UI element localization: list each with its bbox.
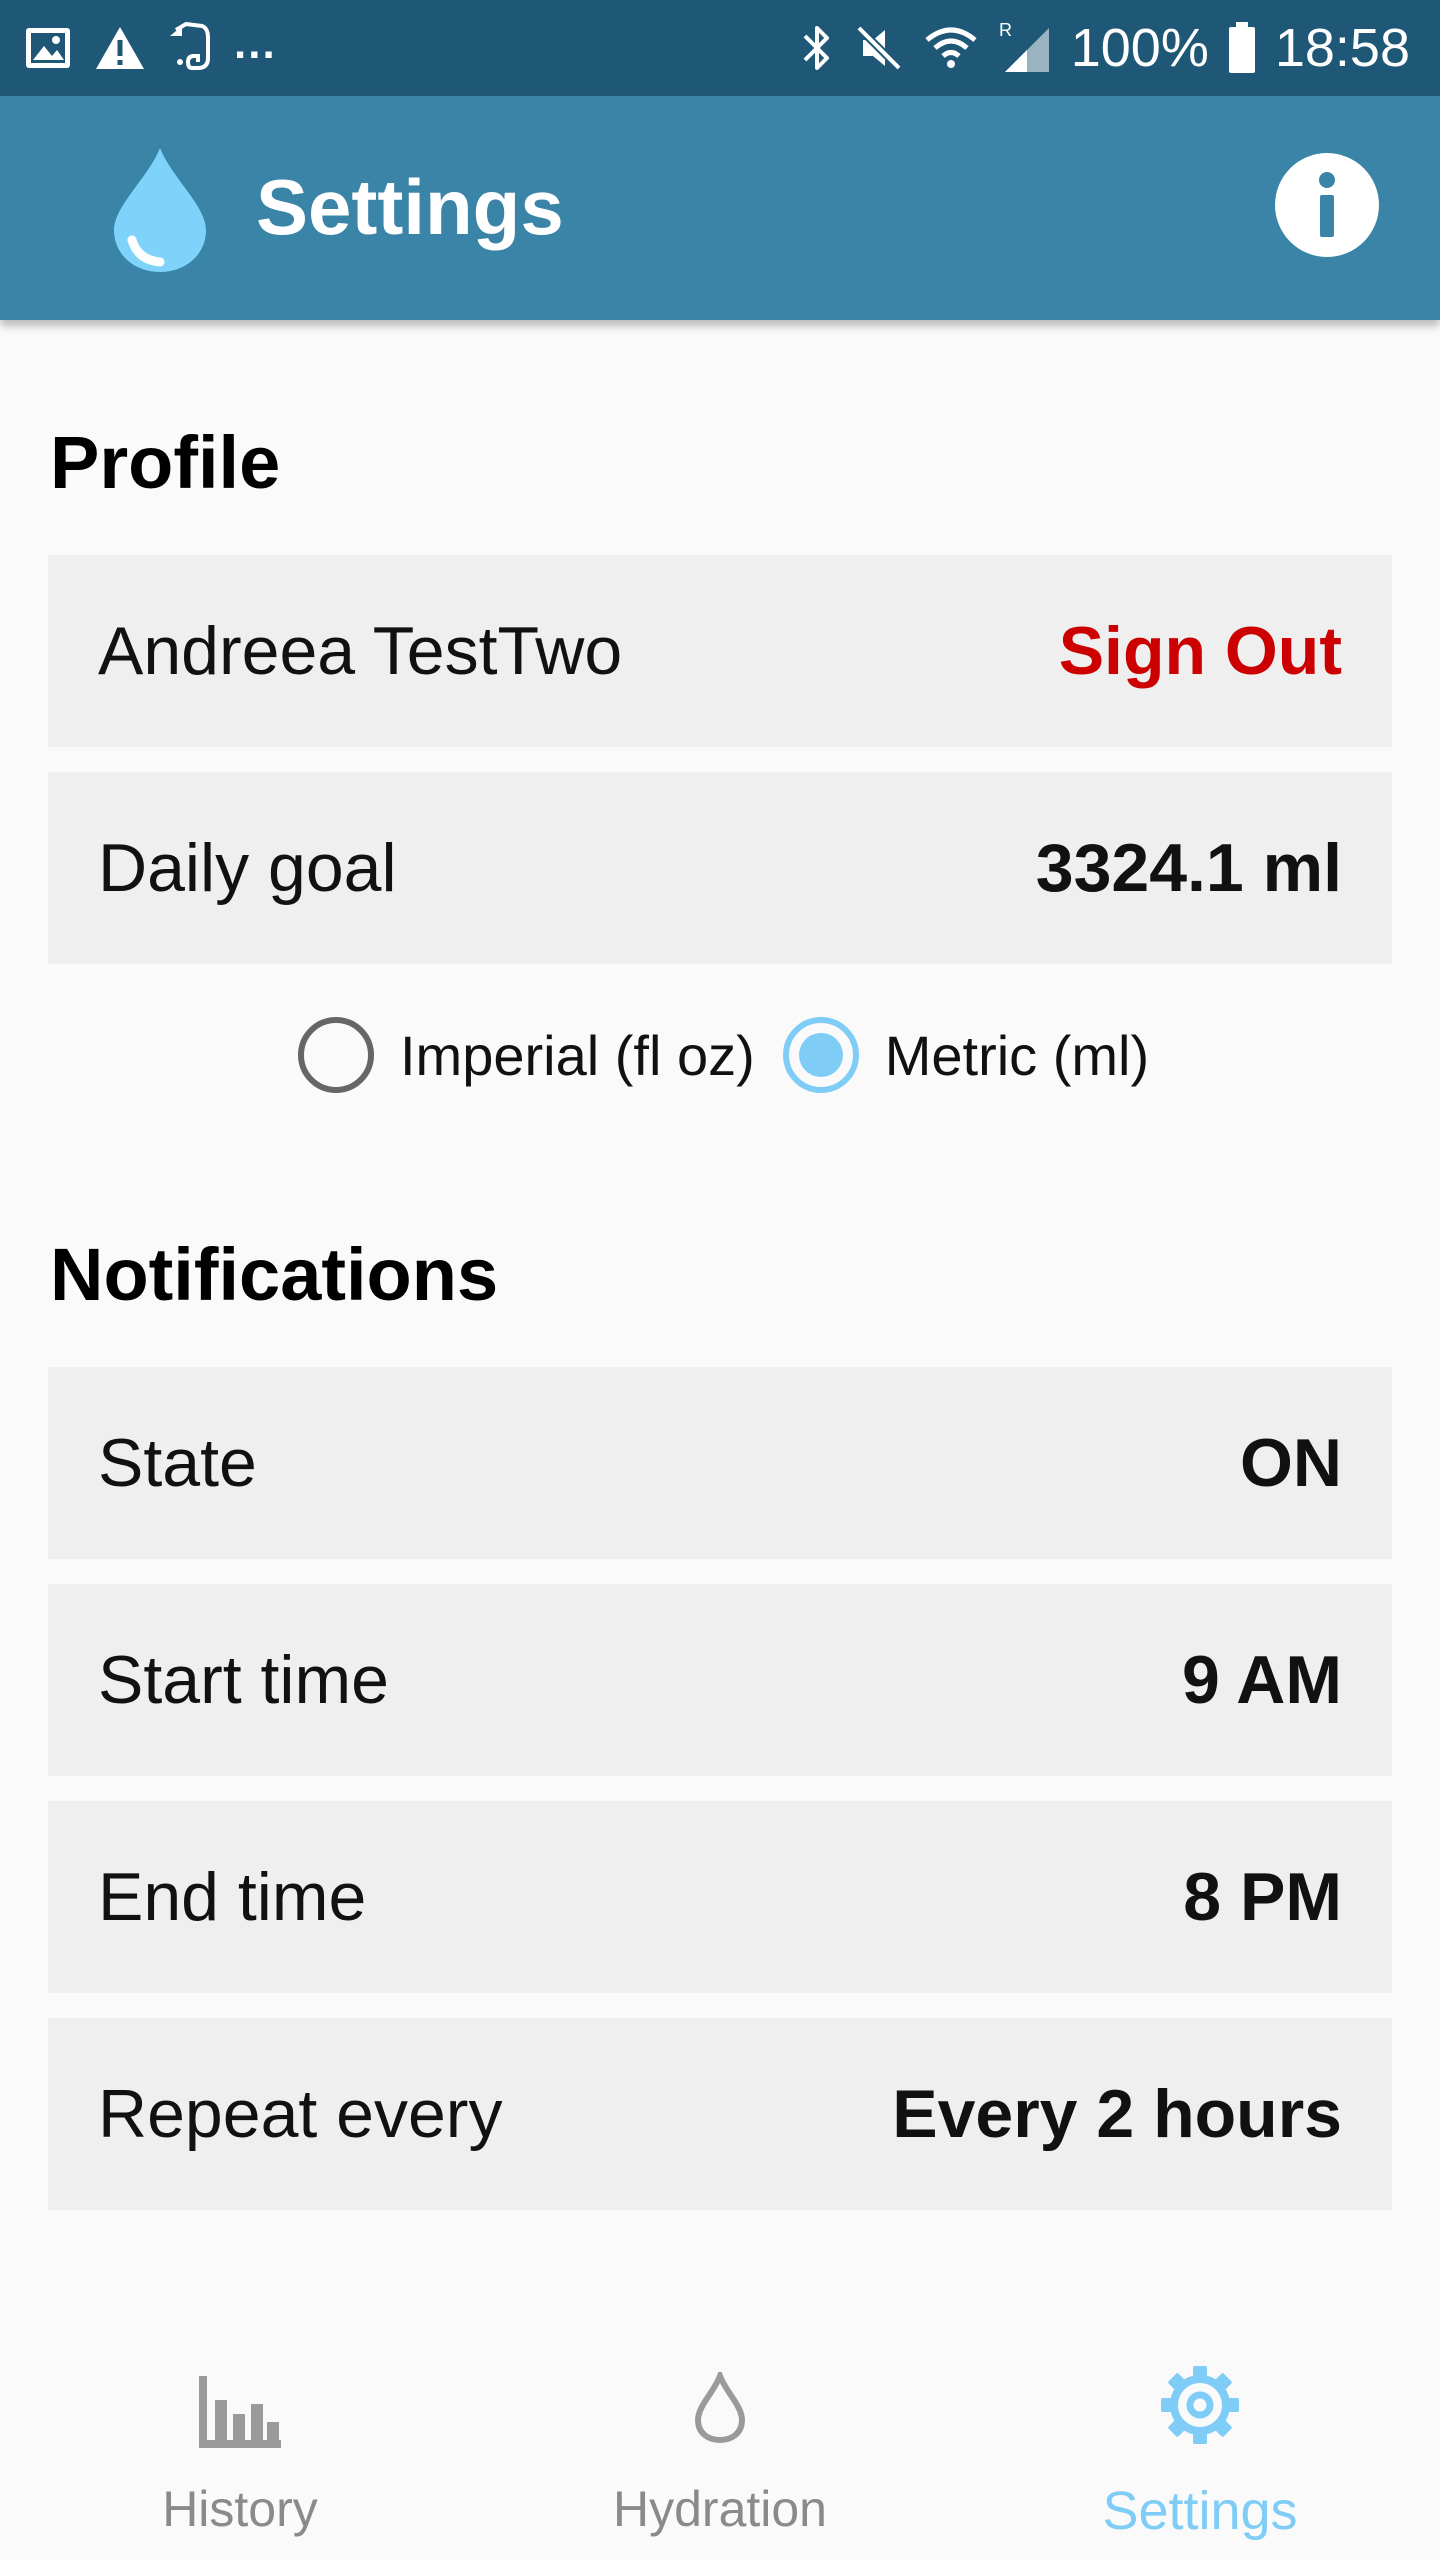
end-time-row[interactable]: End time 8 PM — [48, 1801, 1392, 1993]
water-drop-icon — [114, 148, 206, 272]
status-bar-right: R 100% 18:58 — [799, 16, 1410, 80]
water-drop-outline-icon — [694, 2372, 746, 2444]
start-time-value: 9 AM — [1182, 1642, 1342, 1718]
app-bar: Settings — [0, 96, 1440, 320]
state-label: State — [98, 1425, 257, 1501]
repeat-every-label: Repeat every — [98, 2076, 503, 2152]
notification-state-row[interactable]: State ON — [48, 1367, 1392, 1559]
repeat-every-value: Every 2 hours — [892, 2076, 1342, 2152]
roaming-indicator: R — [999, 20, 1012, 40]
repeat-every-row[interactable]: Repeat every Every 2 hours — [48, 2018, 1392, 2210]
profile-user-row: Andreea TestTwo Sign Out — [48, 555, 1392, 747]
status-bar-left: ... — [24, 18, 277, 78]
status-more-indicator: ... — [234, 19, 277, 68]
sign-out-button[interactable]: Sign Out — [1059, 555, 1342, 747]
bluetooth-icon — [803, 26, 829, 70]
nav-history-label: History — [162, 2481, 318, 2537]
info-icon[interactable] — [1274, 152, 1380, 258]
nav-history[interactable]: History — [0, 2330, 480, 2560]
battery-percent: 100% — [1070, 18, 1209, 78]
imperial-label: Imperial (fl oz) — [400, 1023, 755, 1087]
gallery-icon — [26, 28, 70, 68]
nav-settings-label: Settings — [1102, 2481, 1298, 2541]
mute-icon — [855, 25, 902, 71]
status-bar: ... R 100% 18:58 — [0, 0, 1440, 96]
radio-unchecked-icon — [298, 1017, 374, 1093]
profile-section-title: Profile — [50, 421, 281, 504]
state-value: ON — [1240, 1425, 1342, 1501]
end-time-value: 8 PM — [1183, 1859, 1342, 1935]
daily-goal-row[interactable]: Daily goal 3324.1 ml — [48, 772, 1392, 964]
page-title: Settings — [256, 163, 564, 251]
status-time: 18:58 — [1274, 18, 1410, 78]
metric-radio[interactable]: Metric (ml) — [781, 1015, 1149, 1095]
bottom-navigation: History Hydration Settings — [0, 2330, 1440, 2560]
radio-checked-icon — [782, 1017, 859, 1093]
signal-icon: R — [999, 20, 1049, 72]
end-time-label: End time — [98, 1859, 367, 1935]
gear-icon — [1161, 2366, 1239, 2444]
nav-hydration[interactable]: Hydration — [480, 2330, 960, 2560]
battery-icon — [1228, 22, 1255, 73]
notifications-section-title: Notifications — [50, 1233, 499, 1316]
bar-chart-icon — [199, 2376, 281, 2448]
start-time-label: Start time — [98, 1642, 389, 1718]
wifi-icon — [925, 27, 977, 68]
units-radio-group: Imperial (fl oz) Metric (ml) — [296, 1010, 1175, 1100]
imperial-radio[interactable]: Imperial (fl oz) — [296, 1015, 755, 1095]
start-time-row[interactable]: Start time 9 AM — [48, 1584, 1392, 1776]
metric-label: Metric (ml) — [884, 1023, 1150, 1087]
nav-hydration-label: Hydration — [613, 2481, 827, 2537]
daily-goal-value: 3324.1 ml — [1035, 830, 1342, 906]
nav-settings[interactable]: Settings — [960, 2330, 1440, 2560]
user-name: Andreea TestTwo — [98, 613, 623, 689]
warning-icon — [96, 27, 144, 69]
evernote-icon — [170, 22, 210, 70]
daily-goal-label: Daily goal — [98, 830, 397, 906]
